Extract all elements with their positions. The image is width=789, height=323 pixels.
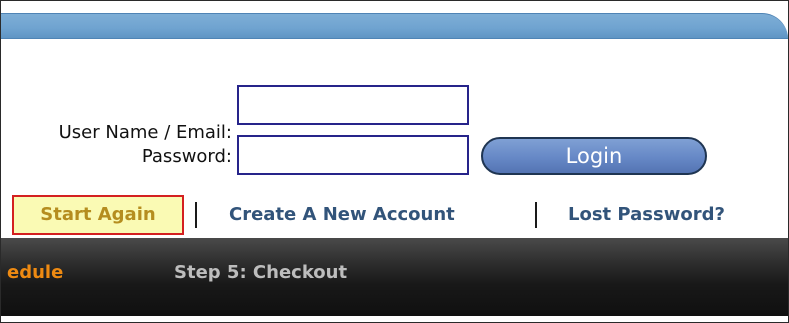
checkout-steps-bar: edule Step 5: Checkout: [1, 238, 788, 316]
account-links: Start Again Create A New Account Lost Pa…: [1, 195, 788, 237]
password-input[interactable]: [237, 135, 469, 175]
login-panel: User Name / Email: Password: Login Start…: [0, 0, 789, 323]
login-button[interactable]: Login: [481, 137, 707, 175]
username-input[interactable]: [237, 85, 469, 125]
create-account-link[interactable]: Create A New Account: [229, 195, 455, 235]
username-label: User Name / Email:: [58, 122, 232, 143]
lost-password-link[interactable]: Lost Password?: [568, 195, 725, 235]
password-label: Password:: [141, 146, 232, 167]
step-schedule[interactable]: edule: [7, 262, 63, 283]
link-separator: [195, 202, 197, 228]
step-checkout[interactable]: Step 5: Checkout: [174, 262, 347, 283]
link-separator: [535, 202, 537, 228]
header-bar: [1, 13, 788, 39]
start-again-link[interactable]: Start Again: [12, 195, 184, 235]
